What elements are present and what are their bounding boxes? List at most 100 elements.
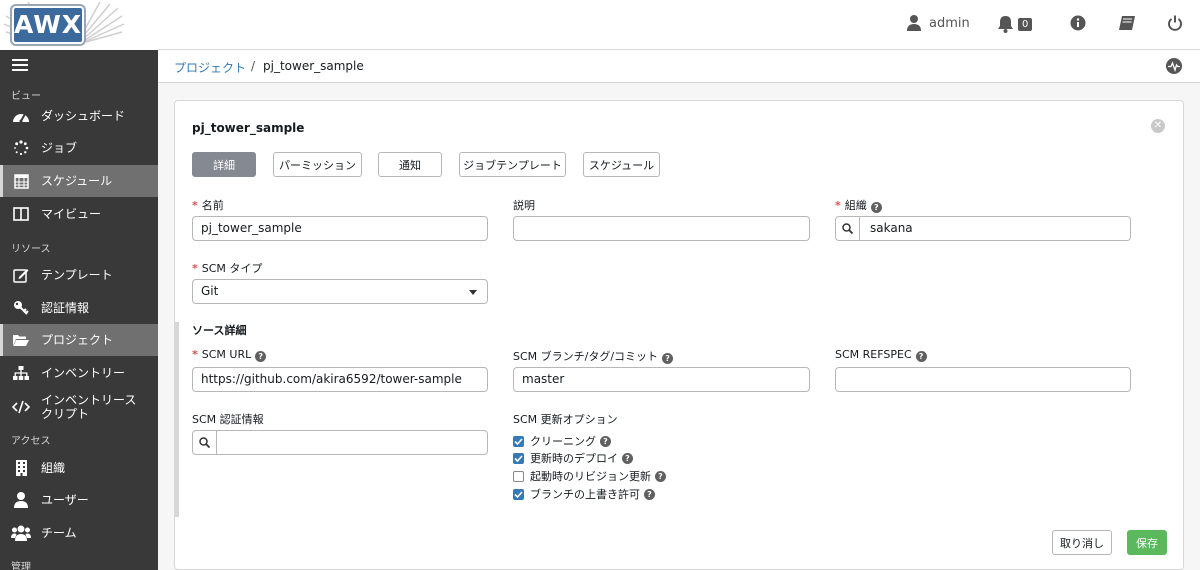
notification-count-badge: 0: [1018, 17, 1033, 31]
logo-text: AWX: [10, 4, 86, 46]
option-label: 更新時のデプロイ: [530, 452, 618, 465]
option-delete-on-update-checkbox[interactable]: 更新時のデプロイ?: [513, 450, 633, 466]
tab-notifications[interactable]: 通知: [378, 152, 442, 177]
cancel-button[interactable]: 取り消し: [1052, 530, 1112, 555]
option-label: クリーニング: [530, 435, 596, 448]
sidebar-item-label: ユーザー: [41, 493, 89, 507]
option-label: ブランチの上書き許可: [530, 488, 640, 501]
scm-type-value: Git: [201, 284, 219, 298]
sidebar-item-label: ダッシュボード: [41, 109, 126, 123]
sidebar-item-organizations[interactable]: 組織: [0, 452, 158, 484]
sidebar-item-templates[interactable]: テンプレート: [0, 259, 158, 291]
breadcrumb-separator: /: [251, 59, 256, 73]
organization-value: sakana: [870, 221, 913, 235]
breadcrumb-projects-link[interactable]: プロジェクト: [174, 59, 246, 76]
name-field[interactable]: pj_tower_sample: [192, 216, 488, 241]
option-clean-checkbox[interactable]: クリーニング?: [513, 433, 611, 449]
sidebar-item-label: インベントリースクリプト: [41, 393, 137, 421]
chevron-down-icon: [469, 290, 477, 295]
code-icon: [12, 400, 30, 414]
username: admin: [929, 15, 970, 31]
scm-credential-value: [217, 431, 227, 454]
tab-details[interactable]: 詳細: [192, 152, 256, 177]
close-icon[interactable]: ✕: [1151, 119, 1165, 133]
help-icon: ?: [662, 353, 674, 364]
description-label: 説明: [513, 199, 535, 212]
scm-type-select[interactable]: Git: [192, 279, 488, 304]
sidebar: ビュー ダッシュボード ジョブ スケジュール マイビュー リソース テンプレート…: [0, 50, 158, 570]
sidebar-section-admin: 管理: [11, 562, 31, 570]
sidebar-section-access: アクセス: [11, 436, 51, 447]
sidebar-item-label: インベントリー: [41, 366, 126, 380]
sitemap-icon: [13, 366, 29, 380]
sidebar-item-projects[interactable]: プロジェクト: [0, 324, 158, 356]
columns-icon: [13, 207, 29, 221]
tab-schedules[interactable]: スケジュール: [583, 152, 660, 177]
sidebar-item-teams[interactable]: チーム: [0, 517, 158, 549]
user-menu[interactable]: admin: [907, 15, 970, 31]
awx-logo[interactable]: AWX: [0, 0, 158, 50]
tab-permissions[interactable]: パーミッション: [273, 152, 362, 177]
help-icon: ?: [622, 452, 633, 464]
top-bar: AWX admin 0: [0, 0, 1200, 50]
scm-url-field[interactable]: https://github.com/akira6592/tower-sampl…: [192, 367, 488, 392]
help-icon: ?: [655, 470, 666, 482]
checkbox-checked-icon: [513, 435, 524, 447]
project-form-panel: pj_tower_sample ✕ 詳細 パーミッション 通知 ジョブテンプレー…: [174, 100, 1184, 570]
notifications-button[interactable]: 0: [997, 15, 1033, 33]
option-label: 起動時のリビジョン更新: [530, 470, 651, 483]
user-icon: [14, 492, 28, 508]
hamburger-menu-icon[interactable]: [12, 59, 28, 74]
sidebar-item-label: 組織: [41, 461, 66, 475]
sidebar-item-label: プロジェクト: [41, 333, 114, 347]
sidebar-item-label: マイビュー: [41, 207, 102, 221]
sidebar-item-schedules[interactable]: スケジュール: [0, 165, 158, 197]
building-icon: [15, 460, 27, 476]
search-icon[interactable]: [836, 217, 860, 240]
sidebar-item-users[interactable]: ユーザー: [0, 484, 158, 516]
sidebar-item-my-view[interactable]: マイビュー: [0, 198, 158, 230]
sidebar-item-label: チーム: [41, 526, 77, 540]
help-icon: ?: [915, 351, 927, 362]
sidebar-item-jobs[interactable]: ジョブ: [0, 132, 158, 164]
source-details-divider: [175, 322, 179, 517]
scm-update-options-label: SCM 更新オプション: [513, 413, 618, 426]
organization-lookup[interactable]: sakana: [835, 216, 1131, 241]
option-update-on-launch-checkbox[interactable]: 起動時のリビジョン更新?: [513, 468, 666, 484]
help-icon: ?: [644, 488, 655, 500]
scm-url-label: * SCM URL?: [192, 348, 267, 362]
sidebar-section-resources: リソース: [11, 244, 51, 255]
option-allow-branch-override-checkbox[interactable]: ブランチの上書き許可?: [513, 486, 655, 502]
search-icon[interactable]: [193, 431, 217, 454]
power-icon[interactable]: [1167, 15, 1183, 32]
breadcrumb: プロジェクト / pj_tower_sample: [158, 50, 1200, 83]
sidebar-item-label: ジョブ: [41, 141, 78, 155]
dashboard-icon: [13, 113, 29, 123]
scm-credential-lookup[interactable]: [192, 430, 488, 455]
description-field[interactable]: [513, 216, 810, 241]
edit-icon: [13, 269, 29, 283]
book-icon[interactable]: [1118, 15, 1136, 32]
save-button[interactable]: 保存: [1127, 530, 1167, 555]
scm-branch-label: SCM ブランチ/タグ/コミット?: [513, 348, 674, 364]
scm-refspec-label: SCM REFSPEC?: [835, 348, 927, 362]
checkbox-checked-icon: [513, 488, 524, 500]
tab-job-templates[interactable]: ジョブテンプレート: [459, 152, 566, 177]
sidebar-item-inventories[interactable]: インベントリー: [0, 357, 158, 389]
source-details-title: ソース詳細: [192, 324, 247, 337]
sidebar-item-credentials[interactable]: 認証情報: [0, 292, 158, 324]
info-icon[interactable]: [1070, 15, 1086, 31]
sidebar-item-dashboard[interactable]: ダッシュボード: [0, 100, 158, 132]
scm-refspec-field[interactable]: [835, 367, 1131, 392]
spinner-icon: [14, 140, 29, 156]
user-icon: [907, 15, 921, 31]
sidebar-item-label: 認証情報: [41, 301, 90, 315]
help-icon: ?: [600, 435, 611, 447]
name-label: * 名前: [192, 199, 224, 212]
sidebar-item-inventory-scripts[interactable]: インベントリースクリプト: [0, 390, 158, 424]
calendar-icon: [13, 174, 29, 189]
activity-stream-icon[interactable]: [1166, 58, 1182, 74]
users-icon: [11, 525, 31, 541]
scm-branch-field[interactable]: master: [513, 367, 810, 392]
checkbox-checked-icon: [513, 452, 524, 464]
